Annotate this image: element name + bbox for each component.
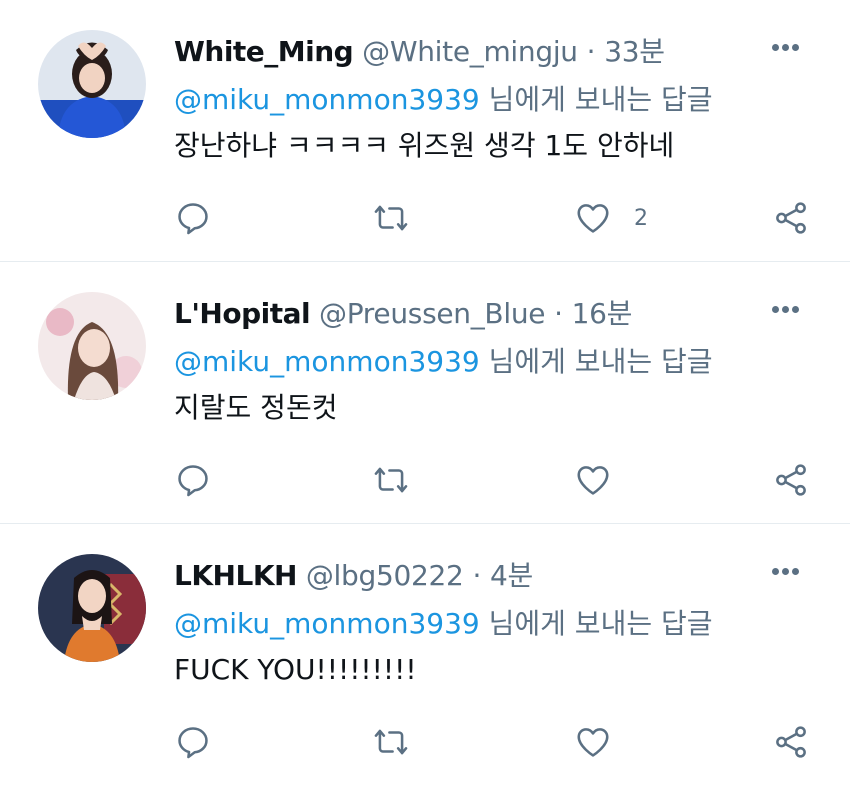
avatar[interactable] [38, 292, 146, 400]
more-icon[interactable] [772, 36, 812, 64]
reply-label: 님에게 보내는 답글 [488, 345, 713, 378]
tweet-header: White_Ming @White_mingju · 33분 [174, 32, 665, 72]
tweet-3[interactable]: LKHLKH @lbg50222 · 4분 @miku_monmon3939 님… [0, 524, 850, 786]
action-bar [0, 458, 850, 502]
more-icon[interactable] [772, 298, 812, 326]
reply-label: 님에게 보내는 답글 [488, 607, 713, 640]
reply-icon [178, 727, 208, 759]
action-bar [0, 720, 850, 764]
tweet-header: L'Hopital @Preussen_Blue · 16분 [174, 294, 632, 334]
display-name[interactable]: LKHLKH [174, 559, 297, 592]
reply-label: 님에게 보내는 답글 [488, 83, 713, 116]
like-button[interactable] [574, 458, 634, 502]
separator: · [586, 35, 596, 68]
user-handle[interactable]: @White_mingju [362, 35, 578, 68]
display-name[interactable]: L'Hopital [174, 297, 311, 330]
tweet-text: 지랄도 정돈컷 [174, 391, 338, 424]
reply-button[interactable] [174, 720, 212, 764]
action-bar: 2 [0, 196, 850, 240]
retweet-button[interactable] [372, 458, 410, 502]
share-icon [776, 464, 806, 496]
tweet-1[interactable]: White_Ming @White_mingju · 33분 @miku_mon… [0, 0, 850, 262]
mention-link[interactable]: @miku_monmon3939 [174, 345, 480, 378]
separator: · [554, 297, 563, 330]
share-button[interactable] [772, 458, 810, 502]
display-name[interactable]: White_Ming [174, 35, 354, 68]
tweet-text: 장난하냐 ㅋㅋㅋㅋ 위즈원 생각 1도 안하네 [174, 129, 675, 162]
reply-icon [178, 203, 208, 235]
share-icon [776, 202, 806, 234]
like-icon [577, 728, 609, 757]
reply-button[interactable] [174, 458, 212, 502]
retweet-button[interactable] [372, 196, 410, 240]
mention-link[interactable]: @miku_monmon3939 [174, 83, 480, 116]
reply-icon [178, 465, 208, 497]
like-icon [577, 204, 609, 233]
avatar[interactable] [38, 554, 146, 662]
tweet-2[interactable]: L'Hopital @Preussen_Blue · 16분 @miku_mon… [0, 262, 850, 524]
tweet-header: LKHLKH @lbg50222 · 4분 [174, 556, 533, 596]
timestamp[interactable]: 33분 [604, 35, 665, 68]
share-button[interactable] [772, 196, 810, 240]
share-icon [776, 726, 806, 758]
retweet-button[interactable] [372, 720, 410, 764]
share-button[interactable] [772, 720, 810, 764]
mention-link[interactable]: @miku_monmon3939 [174, 607, 480, 640]
reply-button[interactable] [174, 196, 212, 240]
retweet-icon [374, 729, 408, 755]
reply-context: @miku_monmon3939 님에게 보내는 답글 [174, 342, 713, 382]
more-icon[interactable] [772, 560, 812, 588]
retweet-icon [374, 205, 408, 231]
avatar[interactable] [38, 30, 146, 138]
user-handle[interactable]: @lbg50222 [306, 559, 464, 592]
retweet-icon [374, 467, 408, 493]
like-button[interactable]: 2 [574, 196, 648, 240]
timestamp[interactable]: 16분 [572, 297, 633, 330]
like-count: 2 [634, 205, 648, 231]
like-icon [577, 466, 609, 495]
like-button[interactable] [574, 720, 634, 764]
separator: · [472, 559, 482, 592]
timestamp[interactable]: 4분 [490, 559, 533, 592]
reply-context: @miku_monmon3939 님에게 보내는 답글 [174, 80, 713, 120]
user-handle[interactable]: @Preussen_Blue [319, 297, 545, 330]
reply-context: @miku_monmon3939 님에게 보내는 답글 [174, 604, 713, 644]
tweet-text: FUCK YOU!!!!!!!!! [174, 653, 417, 686]
